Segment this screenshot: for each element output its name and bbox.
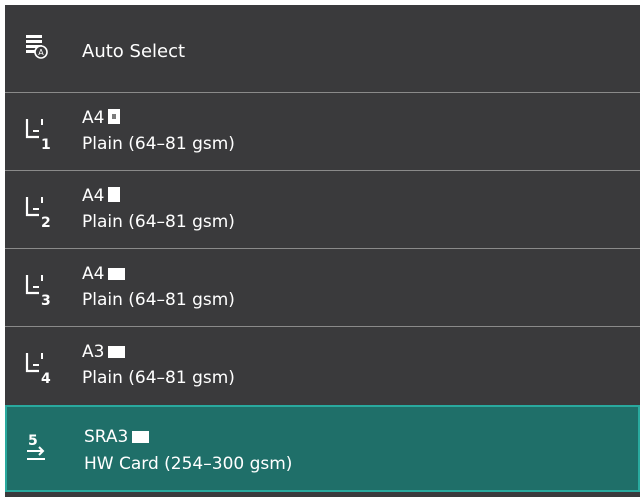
svg-text:A: A xyxy=(38,48,44,57)
tray-1-row[interactable]: 1 A4 Plain (64–81 gsm) xyxy=(5,92,640,170)
auto-select-row[interactable]: A Auto Select xyxy=(5,5,640,92)
tray-5-paper-type: HW Card (254–300 gsm) xyxy=(84,454,293,474)
svg-text:5: 5 xyxy=(28,433,38,449)
tray-3-size: A4 xyxy=(82,264,126,284)
auto-select-label: Auto Select xyxy=(82,41,186,62)
tray-3-icon: 3 xyxy=(25,275,51,309)
paper-orientation-icon xyxy=(108,346,126,358)
tray-2-row[interactable]: 2 A4 Plain (64–81 gsm) xyxy=(5,170,640,248)
tray-5-row[interactable]: 5 SRA3 HW Card (254–300 gsm) xyxy=(5,405,640,492)
tray-2-icon: 2 xyxy=(25,197,51,231)
tray-2-paper-type: Plain (64–81 gsm) xyxy=(82,212,235,232)
svg-text:1: 1 xyxy=(41,137,51,153)
tray-5-size: SRA3 xyxy=(84,427,150,447)
tray-2-size: A4 xyxy=(82,186,121,206)
tray-3-paper-type: Plain (64–81 gsm) xyxy=(82,290,235,310)
svg-text:3: 3 xyxy=(41,293,51,309)
paper-orientation-icon xyxy=(108,109,121,124)
tray-4-size: A3 xyxy=(82,342,126,362)
svg-text:2: 2 xyxy=(41,215,51,231)
svg-text:4: 4 xyxy=(41,371,51,387)
paper-orientation-icon xyxy=(132,431,150,443)
tray-1-icon: 1 xyxy=(25,119,51,153)
tray-4-row[interactable]: 4 A3 Plain (64–81 gsm) xyxy=(5,326,640,405)
tray-1-paper-type: Plain (64–81 gsm) xyxy=(82,134,235,154)
paper-supply-panel: A Auto Select 1 A4 Plain (64–81 gsm) 2 A… xyxy=(0,0,640,497)
tray-1-size: A4 xyxy=(82,108,121,128)
tray-3-row[interactable]: 3 A4 Plain (64–81 gsm) xyxy=(5,248,640,326)
paper-orientation-icon xyxy=(108,268,126,280)
bypass-tray-icon: 5 xyxy=(27,433,45,460)
paper-orientation-icon xyxy=(108,187,121,202)
paper-tray-list: A Auto Select 1 A4 Plain (64–81 gsm) 2 A… xyxy=(5,5,640,497)
tray-4-icon: 4 xyxy=(25,353,51,387)
tray-4-paper-type: Plain (64–81 gsm) xyxy=(82,368,235,388)
auto-select-icon: A xyxy=(26,35,48,59)
